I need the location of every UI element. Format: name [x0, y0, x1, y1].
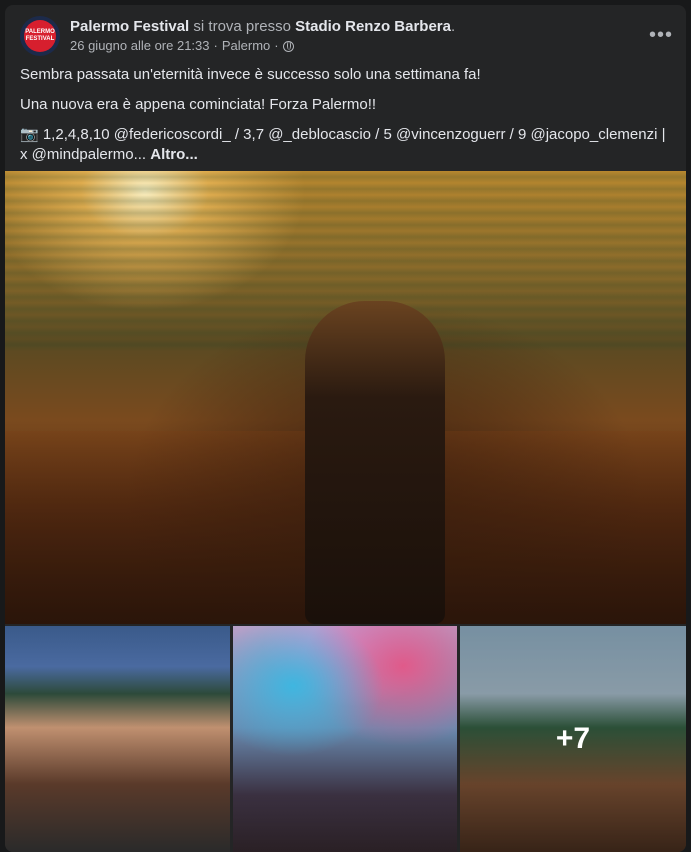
separator: ·: [213, 38, 218, 53]
post-meta: Palermo Festival si trova presso Stadio …: [70, 17, 631, 55]
photo-thumbnail-2[interactable]: [233, 626, 457, 852]
period: .: [451, 18, 456, 35]
post-timestamp[interactable]: 26 giugno alle ore 21:33: [70, 37, 210, 55]
main-photo[interactable]: [5, 171, 686, 624]
post-card: PALERMO FESTIVAL Palermo Festival si trov…: [5, 5, 686, 852]
post-place-link[interactable]: Palermo: [222, 37, 270, 55]
credits-text: 📷 1,2,4,8,10 @federicoscordi_ / 3,7 @_de…: [20, 126, 666, 163]
location-link[interactable]: Stadio Renzo Barbera: [295, 18, 451, 35]
globe-icon: [282, 40, 294, 52]
photo-thumbnail-1[interactable]: [5, 626, 230, 852]
palermo-festival-logo: PALERMO FESTIVAL: [24, 20, 56, 52]
performer: [305, 301, 445, 624]
more-photos-overlay[interactable]: +7: [460, 626, 686, 852]
more-options-icon[interactable]: •••: [645, 19, 677, 51]
post-header: PALERMO FESTIVAL Palermo Festival si trov…: [20, 15, 672, 61]
post-paragraph-2: Una nuova era è appena cominciata! Forza…: [20, 96, 377, 113]
post-paragraph-1: Sembra passata un'eternità invece è succ…: [20, 66, 481, 83]
photo-thumbnail-3[interactable]: +7: [460, 626, 686, 852]
post-text: Sembra passata un'eternità invece è succ…: [20, 65, 674, 165]
see-more-link[interactable]: Altro...: [150, 146, 198, 163]
location-connector: si trova presso: [193, 18, 291, 35]
page-avatar[interactable]: PALERMO FESTIVAL: [20, 16, 60, 56]
page-name-link[interactable]: Palermo Festival: [70, 18, 189, 35]
separator: ·: [274, 38, 279, 53]
photo-credits: 📷 1,2,4,8,10 @federicoscordi_ / 3,7 @_de…: [20, 125, 674, 165]
